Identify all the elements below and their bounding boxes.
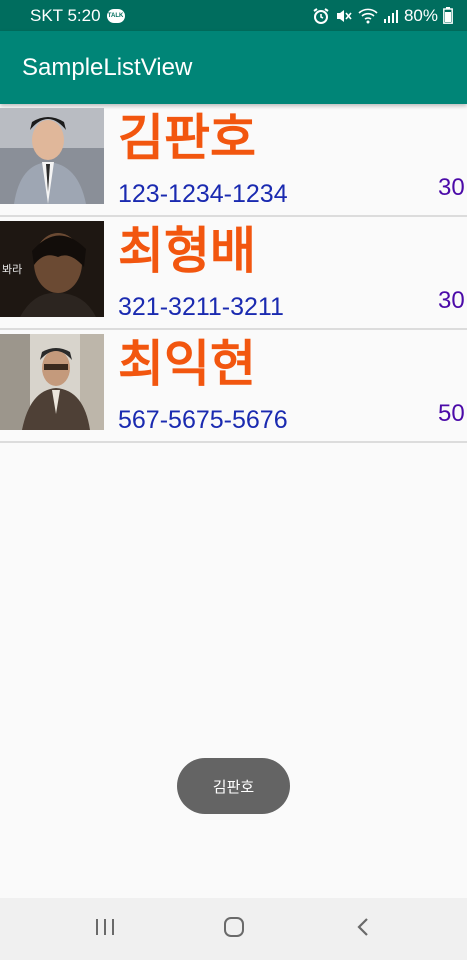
- recent-apps-icon: [93, 917, 117, 941]
- battery-percent: 80%: [403, 5, 438, 25]
- back-icon: [353, 915, 373, 943]
- contact-phone: 567-5675-5676: [118, 406, 288, 434]
- contact-photo: [0, 108, 104, 204]
- battery-icon: [443, 7, 453, 24]
- app-title: SampleListView: [22, 53, 193, 81]
- contact-phone: 321-3211-3211: [118, 293, 284, 321]
- alarm-icon: [312, 7, 330, 24]
- list-item[interactable]: 김판호 123-1234-1234 30: [0, 104, 467, 217]
- contact-age: 30: [438, 287, 465, 314]
- mute-icon: [335, 8, 353, 24]
- list-item[interactable]: 최익현 567-5675-5676 50: [0, 330, 467, 443]
- kakaotalk-notification-icon: TALK: [106, 8, 125, 23]
- home-icon: [222, 915, 246, 943]
- status-bar: SKT 5:20 TALK 80%: [0, 0, 467, 31]
- signal-icon: [383, 8, 399, 24]
- recent-apps-button[interactable]: [75, 904, 135, 954]
- app-bar: SampleListView: [0, 31, 467, 104]
- carrier-time: SKT 5:20: [30, 5, 101, 25]
- contact-age: 50: [438, 400, 465, 427]
- contact-name: 최형배: [118, 222, 256, 280]
- home-button[interactable]: [204, 904, 264, 954]
- contact-photo: 봐라: [0, 221, 104, 317]
- svg-text:봐라: 봐라: [2, 263, 22, 276]
- contact-phone: 123-1234-1234: [118, 180, 288, 208]
- toast-message: 김판호: [177, 758, 290, 814]
- contact-name: 김판호: [118, 109, 256, 167]
- contact-age: 30: [438, 174, 465, 201]
- list-item[interactable]: 봐라 최형배 321-3211-3211 30: [0, 217, 467, 330]
- navigation-bar: [0, 898, 467, 960]
- contact-list[interactable]: 김판호 123-1234-1234 30 봐라 최형배 321-3211-321…: [0, 104, 467, 443]
- contact-name: 최익현: [118, 335, 256, 393]
- back-button[interactable]: [333, 904, 393, 954]
- contact-photo: [0, 334, 104, 430]
- wifi-icon: [358, 8, 378, 24]
